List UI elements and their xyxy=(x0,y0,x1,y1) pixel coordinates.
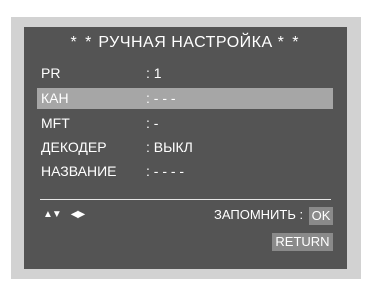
title-stars-left: * * xyxy=(70,34,94,51)
menu-row-name[interactable]: НАЗВАНИЕ : - - - - xyxy=(37,161,333,182)
return-button[interactable]: RETURN xyxy=(272,233,333,251)
row-label: КАН xyxy=(41,90,69,106)
divider xyxy=(40,199,331,200)
row-value: : - - - xyxy=(146,90,176,106)
title-stars-right: * * xyxy=(277,34,301,51)
store-label: ЗАПОМНИТЬ : xyxy=(214,207,304,222)
row-value: : - xyxy=(146,115,159,131)
row-label: НАЗВАНИЕ xyxy=(41,163,117,179)
menu-title-text: РУЧНАЯ НАСТРОЙКА xyxy=(98,34,273,51)
menu-title: * * РУЧНАЯ НАСТРОЙКА * * xyxy=(24,34,347,52)
osd-screen: * * РУЧНАЯ НАСТРОЙКА * * PR : 1 КАН : - … xyxy=(24,27,347,269)
ok-button[interactable]: OK xyxy=(309,207,333,225)
row-label: PR xyxy=(41,65,61,81)
nav-hint: ▲▼ ◀▶ xyxy=(43,209,85,220)
menu-row-pr[interactable]: PR : 1 xyxy=(37,63,333,84)
row-value: : - - - - xyxy=(146,163,185,179)
left-right-arrows-icon: ◀▶ xyxy=(70,209,85,220)
menu-row-kan[interactable]: КАН : - - - xyxy=(37,88,333,109)
row-label: MFT xyxy=(41,115,70,131)
row-value: : 1 xyxy=(146,65,162,81)
up-down-arrows-icon: ▲▼ xyxy=(43,209,62,220)
menu-row-mft[interactable]: MFT : - xyxy=(37,113,333,134)
row-value: : ВЫКЛ xyxy=(146,139,193,155)
menu-row-decoder[interactable]: ДЕКОДЕР : ВЫКЛ xyxy=(37,137,333,158)
row-label: ДЕКОДЕР xyxy=(41,139,107,155)
